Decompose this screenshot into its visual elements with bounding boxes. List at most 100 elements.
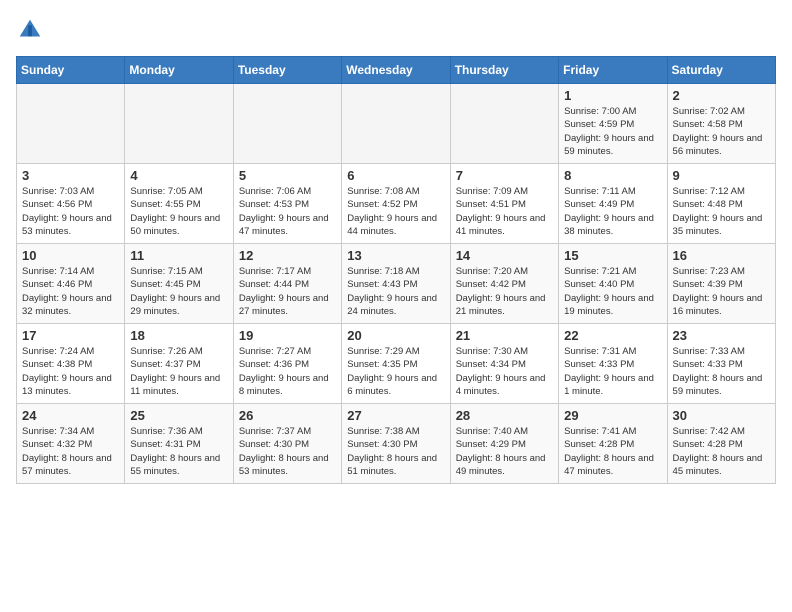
day-info: Sunrise: 7:36 AM Sunset: 4:31 PM Dayligh… (130, 425, 227, 478)
day-number: 13 (347, 248, 444, 263)
day-number: 16 (673, 248, 770, 263)
day-number: 19 (239, 328, 336, 343)
day-number: 24 (22, 408, 119, 423)
day-cell (17, 84, 125, 164)
day-info: Sunrise: 7:06 AM Sunset: 4:53 PM Dayligh… (239, 185, 336, 238)
day-cell: 27 Sunrise: 7:38 AM Sunset: 4:30 PM Dayli… (342, 404, 450, 484)
day-number: 15 (564, 248, 661, 263)
day-number: 3 (22, 168, 119, 183)
calendar-header: SundayMondayTuesdayWednesdayThursdayFrid… (17, 57, 776, 84)
day-number: 17 (22, 328, 119, 343)
day-cell: 11Sunrise: 7:15 AM Sunset: 4:45 PM Dayli… (125, 244, 233, 324)
day-cell: 6 Sunrise: 7:08 AM Sunset: 4:52 PM Daylig… (342, 164, 450, 244)
day-number: 22 (564, 328, 661, 343)
day-info: Sunrise: 7:00 AM Sunset: 4:59 PM Dayligh… (564, 105, 661, 158)
day-number: 14 (456, 248, 553, 263)
day-info: Sunrise: 7:08 AM Sunset: 4:52 PM Dayligh… (347, 185, 444, 238)
day-cell: 14 Sunrise: 7:20 AM Sunset: 4:42 PM Dayli… (450, 244, 558, 324)
day-info: Sunrise: 7:12 AM Sunset: 4:48 PM Dayligh… (673, 185, 770, 238)
day-cell (450, 84, 558, 164)
day-cell: 13 Sunrise: 7:18 AM Sunset: 4:43 PM Dayli… (342, 244, 450, 324)
day-info: Sunrise: 7:42 AM Sunset: 4:28 PM Dayligh… (673, 425, 770, 478)
day-cell: 3 Sunrise: 7:03 AM Sunset: 4:56 PM Daylig… (17, 164, 125, 244)
day-cell: 16 Sunrise: 7:23 AM Sunset: 4:39 PM Dayli… (667, 244, 775, 324)
day-cell: 1 Sunrise: 7:00 AM Sunset: 4:59 PM Daylig… (559, 84, 667, 164)
day-number: 9 (673, 168, 770, 183)
day-number: 5 (239, 168, 336, 183)
week-row-4: 17 Sunrise: 7:24 AM Sunset: 4:38 PM Dayli… (17, 324, 776, 404)
day-cell: 24 Sunrise: 7:34 AM Sunset: 4:32 PM Dayli… (17, 404, 125, 484)
day-cell: 9 Sunrise: 7:12 AM Sunset: 4:48 PM Daylig… (667, 164, 775, 244)
header-cell-wednesday: Wednesday (342, 57, 450, 84)
day-info: Sunrise: 7:11 AM Sunset: 4:49 PM Dayligh… (564, 185, 661, 238)
week-row-3: 10Sunrise: 7:14 AM Sunset: 4:46 PM Dayli… (17, 244, 776, 324)
day-cell: 5 Sunrise: 7:06 AM Sunset: 4:53 PM Daylig… (233, 164, 341, 244)
calendar-body: 1 Sunrise: 7:00 AM Sunset: 4:59 PM Daylig… (17, 84, 776, 484)
header-cell-saturday: Saturday (667, 57, 775, 84)
day-cell: 25 Sunrise: 7:36 AM Sunset: 4:31 PM Dayli… (125, 404, 233, 484)
day-info: Sunrise: 7:37 AM Sunset: 4:30 PM Dayligh… (239, 425, 336, 478)
day-info: Sunrise: 7:29 AM Sunset: 4:35 PM Dayligh… (347, 345, 444, 398)
day-info: Sunrise: 7:30 AM Sunset: 4:34 PM Dayligh… (456, 345, 553, 398)
day-info: Sunrise: 7:21 AM Sunset: 4:40 PM Dayligh… (564, 265, 661, 318)
week-row-5: 24 Sunrise: 7:34 AM Sunset: 4:32 PM Dayli… (17, 404, 776, 484)
day-number: 7 (456, 168, 553, 183)
day-cell (233, 84, 341, 164)
day-info: Sunrise: 7:02 AM Sunset: 4:58 PM Dayligh… (673, 105, 770, 158)
day-cell: 12 Sunrise: 7:17 AM Sunset: 4:44 PM Dayli… (233, 244, 341, 324)
day-cell: 30 Sunrise: 7:42 AM Sunset: 4:28 PM Dayli… (667, 404, 775, 484)
day-info: Sunrise: 7:24 AM Sunset: 4:38 PM Dayligh… (22, 345, 119, 398)
day-cell: 19 Sunrise: 7:27 AM Sunset: 4:36 PM Dayli… (233, 324, 341, 404)
header-cell-friday: Friday (559, 57, 667, 84)
calendar-table: SundayMondayTuesdayWednesdayThursdayFrid… (16, 56, 776, 484)
day-cell: 15 Sunrise: 7:21 AM Sunset: 4:40 PM Dayli… (559, 244, 667, 324)
day-cell: 10Sunrise: 7:14 AM Sunset: 4:46 PM Dayli… (17, 244, 125, 324)
day-number: 6 (347, 168, 444, 183)
day-info: Sunrise: 7:34 AM Sunset: 4:32 PM Dayligh… (22, 425, 119, 478)
day-info: Sunrise: 7:33 AM Sunset: 4:33 PM Dayligh… (673, 345, 770, 398)
logo-icon (16, 16, 44, 44)
day-info: Sunrise: 7:18 AM Sunset: 4:43 PM Dayligh… (347, 265, 444, 318)
day-number: 27 (347, 408, 444, 423)
day-cell: 8 Sunrise: 7:11 AM Sunset: 4:49 PM Daylig… (559, 164, 667, 244)
day-cell: 18 Sunrise: 7:26 AM Sunset: 4:37 PM Dayli… (125, 324, 233, 404)
header-cell-tuesday: Tuesday (233, 57, 341, 84)
day-number: 21 (456, 328, 553, 343)
header-cell-sunday: Sunday (17, 57, 125, 84)
day-number: 30 (673, 408, 770, 423)
day-info: Sunrise: 7:15 AM Sunset: 4:45 PM Dayligh… (130, 265, 227, 318)
day-cell (342, 84, 450, 164)
day-info: Sunrise: 7:40 AM Sunset: 4:29 PM Dayligh… (456, 425, 553, 478)
day-info: Sunrise: 7:27 AM Sunset: 4:36 PM Dayligh… (239, 345, 336, 398)
day-number: 1 (564, 88, 661, 103)
day-info: Sunrise: 7:17 AM Sunset: 4:44 PM Dayligh… (239, 265, 336, 318)
day-number: 4 (130, 168, 227, 183)
day-info: Sunrise: 7:41 AM Sunset: 4:28 PM Dayligh… (564, 425, 661, 478)
day-info: Sunrise: 7:38 AM Sunset: 4:30 PM Dayligh… (347, 425, 444, 478)
day-cell: 17 Sunrise: 7:24 AM Sunset: 4:38 PM Dayli… (17, 324, 125, 404)
day-number: 26 (239, 408, 336, 423)
logo (16, 16, 48, 44)
week-row-2: 3 Sunrise: 7:03 AM Sunset: 4:56 PM Daylig… (17, 164, 776, 244)
day-cell: 28 Sunrise: 7:40 AM Sunset: 4:29 PM Dayli… (450, 404, 558, 484)
day-number: 25 (130, 408, 227, 423)
day-number: 18 (130, 328, 227, 343)
day-number: 12 (239, 248, 336, 263)
header-row: SundayMondayTuesdayWednesdayThursdayFrid… (17, 57, 776, 84)
day-info: Sunrise: 7:20 AM Sunset: 4:42 PM Dayligh… (456, 265, 553, 318)
day-cell: 20Sunrise: 7:29 AM Sunset: 4:35 PM Dayli… (342, 324, 450, 404)
day-number: 28 (456, 408, 553, 423)
day-cell: 26 Sunrise: 7:37 AM Sunset: 4:30 PM Dayli… (233, 404, 341, 484)
day-number: 10 (22, 248, 119, 263)
day-cell: 29Sunrise: 7:41 AM Sunset: 4:28 PM Dayli… (559, 404, 667, 484)
day-number: 23 (673, 328, 770, 343)
day-cell: 22 Sunrise: 7:31 AM Sunset: 4:33 PM Dayli… (559, 324, 667, 404)
day-number: 8 (564, 168, 661, 183)
day-info: Sunrise: 7:31 AM Sunset: 4:33 PM Dayligh… (564, 345, 661, 398)
day-cell (125, 84, 233, 164)
day-cell: 2Sunrise: 7:02 AM Sunset: 4:58 PM Daylig… (667, 84, 775, 164)
day-info: Sunrise: 7:23 AM Sunset: 4:39 PM Dayligh… (673, 265, 770, 318)
header-cell-thursday: Thursday (450, 57, 558, 84)
day-info: Sunrise: 7:03 AM Sunset: 4:56 PM Dayligh… (22, 185, 119, 238)
day-info: Sunrise: 7:26 AM Sunset: 4:37 PM Dayligh… (130, 345, 227, 398)
